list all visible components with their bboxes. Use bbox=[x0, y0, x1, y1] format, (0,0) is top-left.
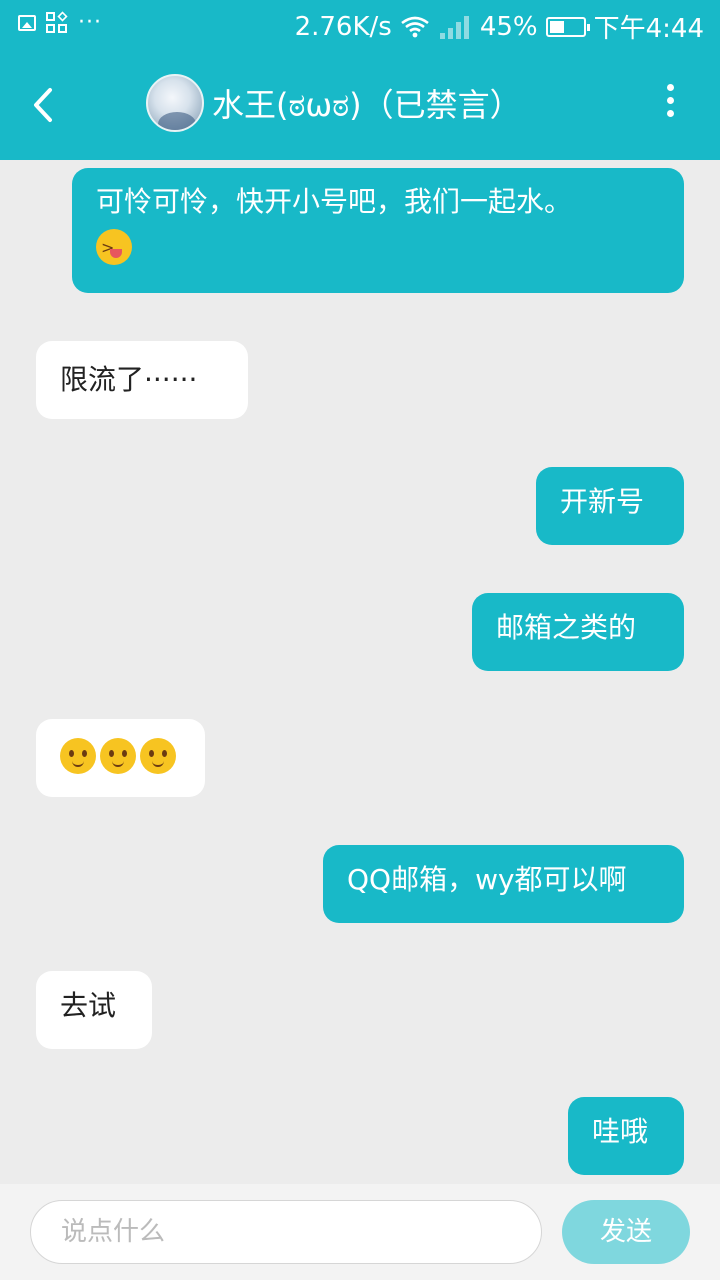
more-vertical-icon[interactable] bbox=[660, 84, 680, 124]
battery-percent: 45% bbox=[479, 11, 538, 42]
smiling-face-emoji bbox=[100, 738, 136, 774]
smiling-face-emoji bbox=[140, 738, 176, 774]
input-bar: 发送 bbox=[0, 1184, 720, 1280]
battery-icon bbox=[545, 16, 590, 37]
message-text: 限流了······ bbox=[60, 363, 198, 396]
message-bubble[interactable]: 限流了······ bbox=[36, 341, 248, 419]
network-speed: 2.76K/s bbox=[294, 11, 392, 42]
chat-title: 水王(ಠωಠ)（已禁言） bbox=[212, 86, 522, 124]
message-bubble[interactable]: 哇哦 bbox=[568, 1097, 684, 1175]
squinting-tongue-emoji bbox=[96, 226, 132, 270]
more-dots-icon: ··· bbox=[78, 10, 102, 35]
chevron-left-icon bbox=[34, 88, 52, 122]
status-time: 下午4:44 bbox=[593, 14, 704, 44]
signal-icon bbox=[439, 15, 469, 39]
smiling-face-emoji bbox=[60, 738, 96, 774]
image-icon bbox=[18, 15, 36, 31]
chat-header: 水王(ಠωಠ)（已禁言） bbox=[0, 50, 720, 160]
message-bubble[interactable]: 可怜可怜，快开小号吧，我们一起水。 bbox=[72, 168, 684, 293]
back-button[interactable] bbox=[22, 78, 66, 132]
message-text: 去试 bbox=[60, 989, 117, 1022]
avatar[interactable] bbox=[146, 74, 204, 132]
message-text: 可怜可怜，快开小号吧，我们一起水。 bbox=[96, 185, 573, 218]
message-text: 开新号 bbox=[560, 485, 645, 518]
message-text: 邮箱之类的 bbox=[496, 611, 637, 644]
message-bubble[interactable]: QQ邮箱，wy都可以啊 bbox=[323, 845, 684, 923]
message-text: 哇哦 bbox=[592, 1115, 649, 1148]
apps-icon bbox=[46, 11, 68, 34]
message-bubble[interactable] bbox=[36, 719, 205, 797]
wifi-icon bbox=[401, 16, 429, 37]
message-bubble[interactable]: 去试 bbox=[36, 971, 152, 1049]
status-bar: ··· 2.76K/s 45% 下午4:44 bbox=[0, 0, 720, 50]
send-button[interactable]: 发送 bbox=[562, 1200, 690, 1264]
message-text: QQ邮箱，wy都可以啊 bbox=[347, 863, 627, 896]
message-bubble[interactable]: 开新号 bbox=[536, 467, 684, 545]
message-bubble[interactable]: 邮箱之类的 bbox=[472, 593, 684, 671]
message-input[interactable] bbox=[30, 1200, 542, 1264]
